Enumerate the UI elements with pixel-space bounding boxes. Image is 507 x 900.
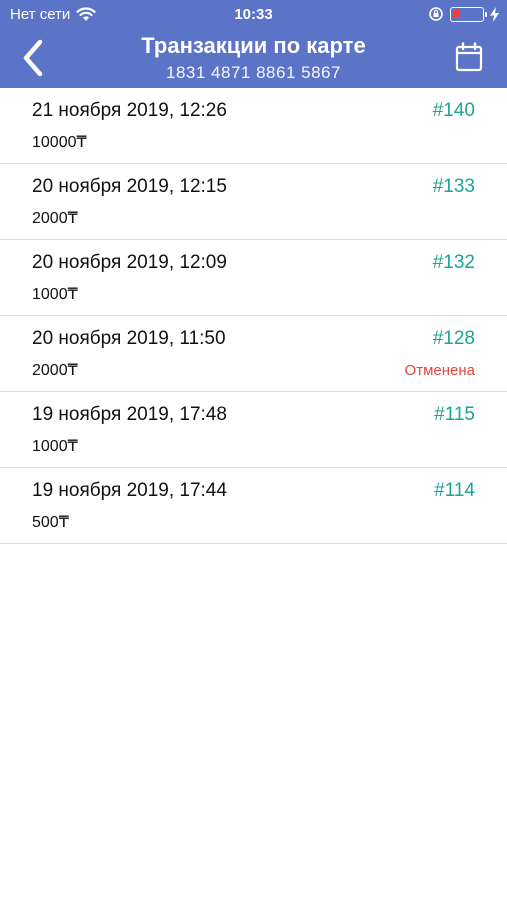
status-bar: Нет сети 10:33 bbox=[0, 0, 507, 30]
calendar-icon[interactable] bbox=[455, 42, 483, 72]
transaction-row[interactable]: 20 ноября 2019, 12:15 2000₸ #133 bbox=[0, 164, 507, 240]
transaction-number: #140 bbox=[432, 100, 475, 121]
transaction-date: 20 ноября 2019, 11:50 bbox=[32, 328, 226, 349]
nav-header: Нет сети 10:33 Транзакции по карте 1831 … bbox=[0, 0, 507, 88]
transaction-amount: 1000₸ bbox=[32, 438, 78, 455]
transaction-number: #132 bbox=[432, 252, 475, 273]
transaction-amount: 2000₸ bbox=[32, 362, 78, 379]
status-right bbox=[428, 6, 499, 22]
transaction-number: #133 bbox=[432, 176, 475, 197]
transaction-date: 19 ноября 2019, 17:48 bbox=[32, 404, 227, 425]
orientation-lock-icon bbox=[429, 7, 443, 21]
transaction-row[interactable]: 19 ноября 2019, 17:44 500₸ #114 bbox=[0, 468, 507, 544]
card-number: 1831 4871 8861 5867 bbox=[166, 63, 341, 82]
transaction-row[interactable]: 20 ноября 2019, 11:50 2000₸ #128 Отменен… bbox=[0, 316, 507, 392]
cancelled-status: Отменена bbox=[404, 362, 475, 379]
charging-icon bbox=[490, 6, 499, 22]
transaction-row[interactable]: 21 ноября 2019, 12:26 10000₸ #140 bbox=[0, 88, 507, 164]
transaction-row[interactable]: 19 ноября 2019, 17:48 1000₸ #115 bbox=[0, 392, 507, 468]
page-title: Транзакции по карте bbox=[141, 33, 366, 58]
transaction-number: #114 bbox=[434, 480, 475, 501]
transaction-row[interactable]: 20 ноября 2019, 12:09 1000₸ #132 bbox=[0, 240, 507, 316]
transaction-amount: 2000₸ bbox=[32, 210, 78, 227]
transaction-amount: 10000₸ bbox=[32, 134, 87, 151]
transaction-amount: 1000₸ bbox=[32, 286, 78, 303]
transaction-date: 21 ноября 2019, 12:26 bbox=[32, 100, 227, 121]
transaction-date: 20 ноября 2019, 12:15 bbox=[32, 176, 227, 197]
transaction-date: 20 ноября 2019, 12:09 bbox=[32, 252, 227, 273]
transaction-amount: 500₸ bbox=[32, 514, 69, 531]
battery-icon bbox=[450, 6, 487, 22]
transaction-number: #115 bbox=[434, 404, 475, 425]
transaction-number: #128 bbox=[432, 328, 475, 349]
transaction-date: 19 ноября 2019, 17:44 bbox=[32, 480, 227, 501]
transaction-list: 21 ноября 2019, 12:26 10000₸ #140 20 ноя… bbox=[0, 88, 507, 544]
